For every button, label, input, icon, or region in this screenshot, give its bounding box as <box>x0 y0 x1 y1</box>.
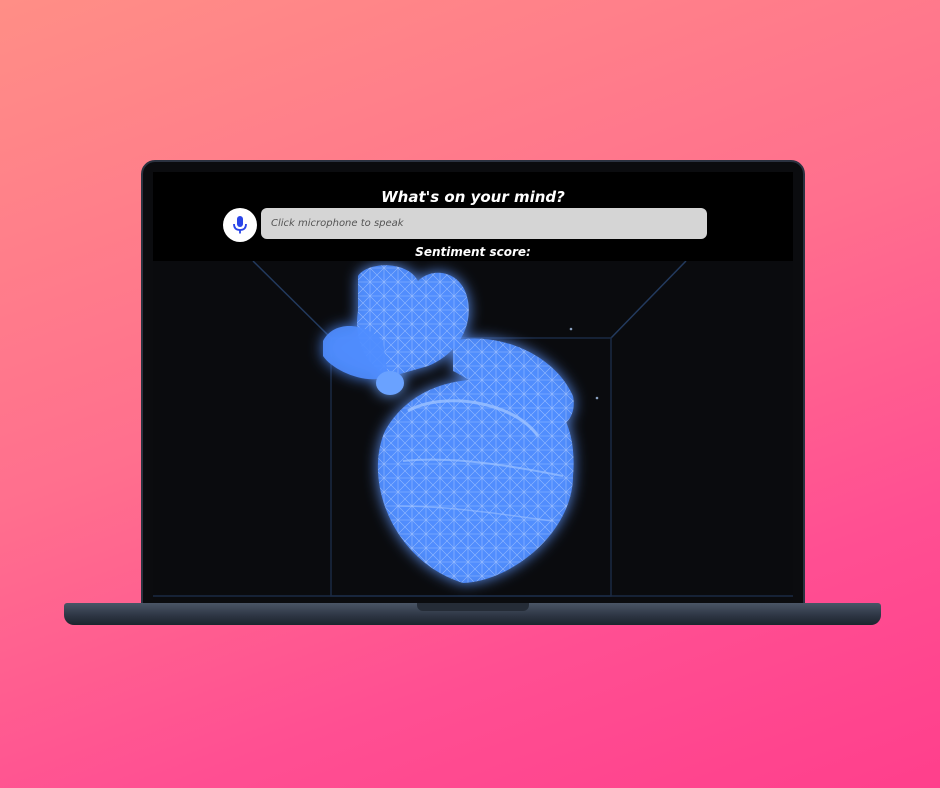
heart-vessel-stub <box>376 371 404 395</box>
3d-scene <box>153 260 793 600</box>
particle <box>595 396 599 400</box>
wireframe-heart <box>323 265 574 583</box>
app-screen: What's on your mind? Sentiment score: <box>153 172 793 600</box>
microphone-icon <box>233 216 247 234</box>
speech-input[interactable] <box>261 208 707 239</box>
laptop-base <box>64 603 881 625</box>
laptop-screen-bezel: What's on your mind? Sentiment score: <box>141 160 805 608</box>
sentiment-score-label: Sentiment score: <box>415 245 531 259</box>
particle <box>569 327 573 331</box>
laptop-notch <box>417 603 529 611</box>
scene-canvas <box>153 260 793 597</box>
prompt-title: What's on your mind? <box>381 188 565 206</box>
microphone-button[interactable] <box>223 208 257 242</box>
